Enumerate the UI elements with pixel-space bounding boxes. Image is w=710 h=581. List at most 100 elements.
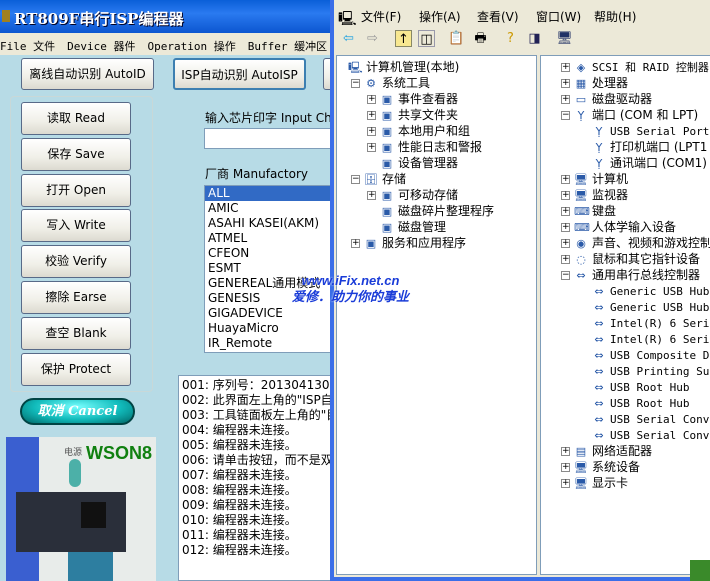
tree-item[interactable]: + ▣ 服务和应用程序 xyxy=(351,235,466,251)
menu-device[interactable]: Device 器件 xyxy=(67,40,135,53)
tree-item[interactable]: +⇔Generic USB Hub xyxy=(579,283,709,299)
expand-icon[interactable]: + xyxy=(561,239,570,248)
expand-icon[interactable]: + xyxy=(561,175,570,184)
menu-view[interactable]: 查看(V) xyxy=(477,8,519,25)
tree-item[interactable]: +⇔USB Serial Conve xyxy=(579,427,710,443)
manufacturer-item[interactable]: AMIC xyxy=(205,201,333,216)
tree-item[interactable]: +🖳计算机管理(本地) xyxy=(337,59,459,75)
menu-file[interactable]: File 文件 xyxy=(0,40,55,53)
side-button-7[interactable]: 保护 Protect xyxy=(21,352,131,386)
side-button-0[interactable]: 读取 Read xyxy=(21,102,131,135)
side-button-2[interactable]: 打开 Open xyxy=(21,173,131,207)
tree-item[interactable]: + ▣ 可移动存储 xyxy=(367,187,458,203)
menu-file[interactable]: 文件(F) xyxy=(361,8,401,25)
tree-item[interactable]: − ⚙ 系统工具 xyxy=(351,75,430,91)
tree-item[interactable]: +⇔USB Serial Conve xyxy=(579,411,710,427)
manufacturer-item[interactable]: GIGADEVICE xyxy=(205,306,333,321)
side-button-6[interactable]: 查空 Blank xyxy=(21,316,131,350)
tree-item[interactable]: + ▣ 本地用户和组 xyxy=(367,123,470,139)
tree-item[interactable]: + ▣ 性能日志和警报 xyxy=(367,139,482,155)
forward-icon[interactable]: ⇨ xyxy=(364,30,381,47)
expand-icon[interactable]: + xyxy=(561,63,570,72)
tree-item[interactable]: +ỴUSB Serial Port xyxy=(579,123,710,139)
expand-icon[interactable]: + xyxy=(351,239,360,248)
tree-item[interactable]: +▣设备管理器 xyxy=(367,155,458,171)
console-tree-pane[interactable]: +🖳计算机管理(本地)−⚙系统工具+▣事件查看器+▣共享文件夹+▣本地用户和组+… xyxy=(336,55,537,575)
menu-buffer[interactable]: Buffer 缓冲区 xyxy=(248,40,327,53)
cancel-button[interactable]: 取消 Cancel xyxy=(20,398,135,425)
side-button-5[interactable]: 擦除 Earse xyxy=(21,281,131,314)
tree-item[interactable]: + ▣ 事件查看器 xyxy=(367,91,458,107)
manufacturer-item[interactable]: IR_Remote xyxy=(205,336,333,351)
menu-action[interactable]: 操作(A) xyxy=(419,8,461,25)
expand-icon[interactable]: + xyxy=(367,191,376,200)
device-properties-icon[interactable]: 🖥 xyxy=(556,30,573,47)
tree-item[interactable]: +⇔USB Printing Sup xyxy=(579,363,710,379)
expand-icon[interactable]: + xyxy=(561,207,570,216)
tree-item[interactable]: +Ỵ打印机端口 (LPT1 xyxy=(579,139,708,155)
expand-icon[interactable]: + xyxy=(561,463,570,472)
tree-item[interactable]: + ▣ 共享文件夹 xyxy=(367,107,458,123)
menu-operation[interactable]: Operation 操作 xyxy=(147,40,235,53)
tree-item[interactable]: +⇔USB Root Hub xyxy=(579,379,689,395)
tree-item[interactable]: +Ỵ通讯端口 (COM1) xyxy=(579,155,707,171)
tree-item[interactable]: +⇔USB Root Hub xyxy=(579,395,689,411)
tree-item[interactable]: + ▤ 网络适配器 xyxy=(561,443,652,459)
tree-item[interactable]: +⇔Intel(R) 6 Serie xyxy=(579,315,710,331)
tree-item[interactable]: + ⌨ 人体学输入设备 xyxy=(561,219,676,235)
expand-icon[interactable]: + xyxy=(367,95,376,104)
tree-item[interactable]: +⇔Generic USB Hub xyxy=(579,299,709,315)
tree-item[interactable]: + 🖥 显示卡 xyxy=(561,475,628,491)
tree-item[interactable]: + ◉ 声音、视频和游戏控制 xyxy=(561,235,710,251)
manufacturer-item[interactable]: ASAHI KASEI(AKM) xyxy=(205,216,333,231)
manufacturer-item[interactable]: HuayaMicro xyxy=(205,321,333,336)
up-folder-icon[interactable]: ↑ xyxy=(395,30,412,47)
expand-icon[interactable]: + xyxy=(561,95,570,104)
tree-item[interactable]: + ⌨ 键盘 xyxy=(561,203,616,219)
tree-item[interactable]: + ◌ 鼠标和其它指针设备 xyxy=(561,251,700,267)
tree-item[interactable]: + ▦ 处理器 xyxy=(561,75,628,91)
tree-item[interactable]: +▣磁盘管理 xyxy=(367,219,446,235)
tree-item[interactable]: − 🗄 存储 xyxy=(351,171,406,187)
auto-isp-button[interactable]: ISP自动识别 AutoISP xyxy=(173,58,306,90)
tree-item[interactable]: + 🖥 系统设备 xyxy=(561,459,640,475)
expand-icon[interactable]: + xyxy=(561,79,570,88)
tree-item[interactable]: +▣磁盘碎片整理程序 xyxy=(367,203,494,219)
tree-item[interactable]: + 🖥 监视器 xyxy=(561,187,628,203)
tree-item[interactable]: + ▭ 磁盘驱动器 xyxy=(561,91,652,107)
side-button-1[interactable]: 保存 Save xyxy=(21,137,131,171)
tree-item[interactable]: +⇔USB Composite De xyxy=(579,347,710,363)
manufacturer-list[interactable]: ALL AMIC ASAHI KASEI(AKM) ATMEL CFEON ESMT GEN… xyxy=(204,185,334,353)
collapse-icon[interactable]: − xyxy=(351,79,360,88)
expand-icon[interactable]: + xyxy=(367,143,376,152)
collapse-icon[interactable]: − xyxy=(351,175,360,184)
expand-icon[interactable]: + xyxy=(561,191,570,200)
side-button-4[interactable]: 校验 Verify xyxy=(21,245,131,279)
back-icon[interactable]: ⇦ xyxy=(340,30,357,47)
tree-item[interactable]: − Ỵ 端口 (COM 和 LPT) xyxy=(561,107,698,123)
device-tree-pane[interactable]: + ◈ SCSI 和 RAID 控制器 + ▦ 处理器 + ▭ 磁盘驱动器 − Ỵ 端口 (COM 和… xyxy=(540,55,710,575)
expand-icon[interactable]: + xyxy=(561,223,570,232)
side-button-3[interactable]: 写入 Write xyxy=(21,209,131,243)
tree-item[interactable]: + 🖥 计算机 xyxy=(561,171,628,187)
tree-item[interactable]: +⇔Intel(R) 6 Serie xyxy=(579,331,710,347)
action-pane-icon[interactable]: ◨ xyxy=(526,30,543,47)
chip-input[interactable] xyxy=(204,128,334,149)
properties-icon[interactable]: 📋 xyxy=(448,30,465,47)
expand-icon[interactable]: + xyxy=(561,479,570,488)
manufacturer-item[interactable]: ATMEL xyxy=(205,231,333,246)
tree-item[interactable]: + ◈ SCSI 和 RAID 控制器 xyxy=(561,59,709,75)
expand-icon[interactable]: + xyxy=(367,111,376,120)
collapse-icon[interactable]: − xyxy=(561,271,570,280)
tree-item[interactable]: − ⇔ 通用串行总线控制器 xyxy=(561,267,700,283)
show-tree-icon[interactable]: ◫ xyxy=(418,30,435,47)
auto-id-button[interactable]: 离线自动识别 AutoID xyxy=(21,58,154,90)
expand-icon[interactable]: + xyxy=(561,447,570,456)
manufacturer-item[interactable]: ALL xyxy=(205,186,333,201)
menu-help[interactable]: 帮助(H) xyxy=(594,8,636,25)
collapse-icon[interactable]: − xyxy=(561,111,570,120)
expand-icon[interactable]: + xyxy=(561,255,570,264)
help-icon[interactable]: ? xyxy=(502,30,519,47)
manufacturer-item[interactable]: CFEON xyxy=(205,246,333,261)
menu-window[interactable]: 窗口(W) xyxy=(536,8,581,25)
